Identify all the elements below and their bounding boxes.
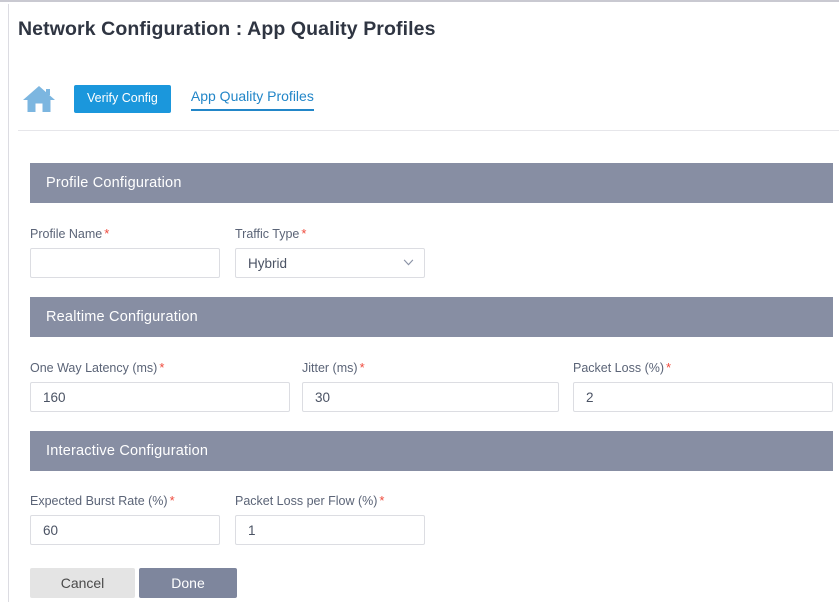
required-marker: * [104,226,110,241]
done-button[interactable]: Done [139,568,237,598]
required-marker: * [301,226,307,241]
field-expected-burst-rate: Expected Burst Rate (%) * [30,494,220,545]
label-text: One Way Latency (ms) [30,361,158,375]
left-border-rule [8,4,9,602]
label-text: Jitter (ms) [302,361,358,375]
field-packet-loss: Packet Loss (%) * [573,361,833,412]
page-title: Network Configuration : App Quality Prof… [18,18,436,40]
label-packet-loss: Packet Loss (%) * [573,361,833,375]
required-marker: * [169,493,175,508]
label-traffic-type: Traffic Type * [235,227,425,241]
header-divider [18,130,839,131]
label-one-way-latency: One Way Latency (ms) * [30,361,290,375]
field-traffic-type: Traffic Type * [235,227,425,278]
select-traffic-type[interactable] [235,248,425,278]
label-text: Packet Loss (%) [573,361,665,375]
label-jitter: Jitter (ms) * [302,361,559,375]
cancel-button[interactable]: Cancel [30,568,135,598]
label-expected-burst-rate: Expected Burst Rate (%) * [30,494,220,508]
label-text: Traffic Type [235,227,300,241]
verify-config-button[interactable]: Verify Config [74,85,171,113]
section-header-profile-configuration: Profile Configuration [30,163,833,203]
section-header-interactive-configuration: Interactive Configuration [30,431,833,471]
select-traffic-type-wrapper [235,248,425,278]
page-frame: Network Configuration : App Quality Prof… [0,0,839,602]
input-packet-loss[interactable] [573,382,833,412]
label-profile-name: Profile Name * [30,227,220,241]
input-profile-name[interactable] [30,248,220,278]
form-actions: Cancel Done [30,568,237,598]
home-icon[interactable] [18,82,60,116]
required-marker: * [666,360,672,375]
required-marker: * [379,493,385,508]
required-marker: * [359,360,365,375]
field-profile-name: Profile Name * [30,227,220,278]
breadcrumb: Verify Config App Quality Profiles [18,76,314,122]
label-text: Expected Burst Rate (%) [30,494,168,508]
section-header-realtime-configuration: Realtime Configuration [30,297,833,337]
field-one-way-latency: One Way Latency (ms) * [30,361,290,412]
required-marker: * [159,360,165,375]
label-packet-loss-per-flow: Packet Loss per Flow (%) * [235,494,425,508]
label-text: Profile Name [30,227,103,241]
input-jitter[interactable] [302,382,559,412]
tab-app-quality-profiles[interactable]: App Quality Profiles [190,88,314,111]
field-packet-loss-per-flow: Packet Loss per Flow (%) * [235,494,425,545]
input-expected-burst-rate[interactable] [30,515,220,545]
label-text: Packet Loss per Flow (%) [235,494,378,508]
input-one-way-latency[interactable] [30,382,290,412]
field-jitter: Jitter (ms) * [302,361,559,412]
input-packet-loss-per-flow[interactable] [235,515,425,545]
